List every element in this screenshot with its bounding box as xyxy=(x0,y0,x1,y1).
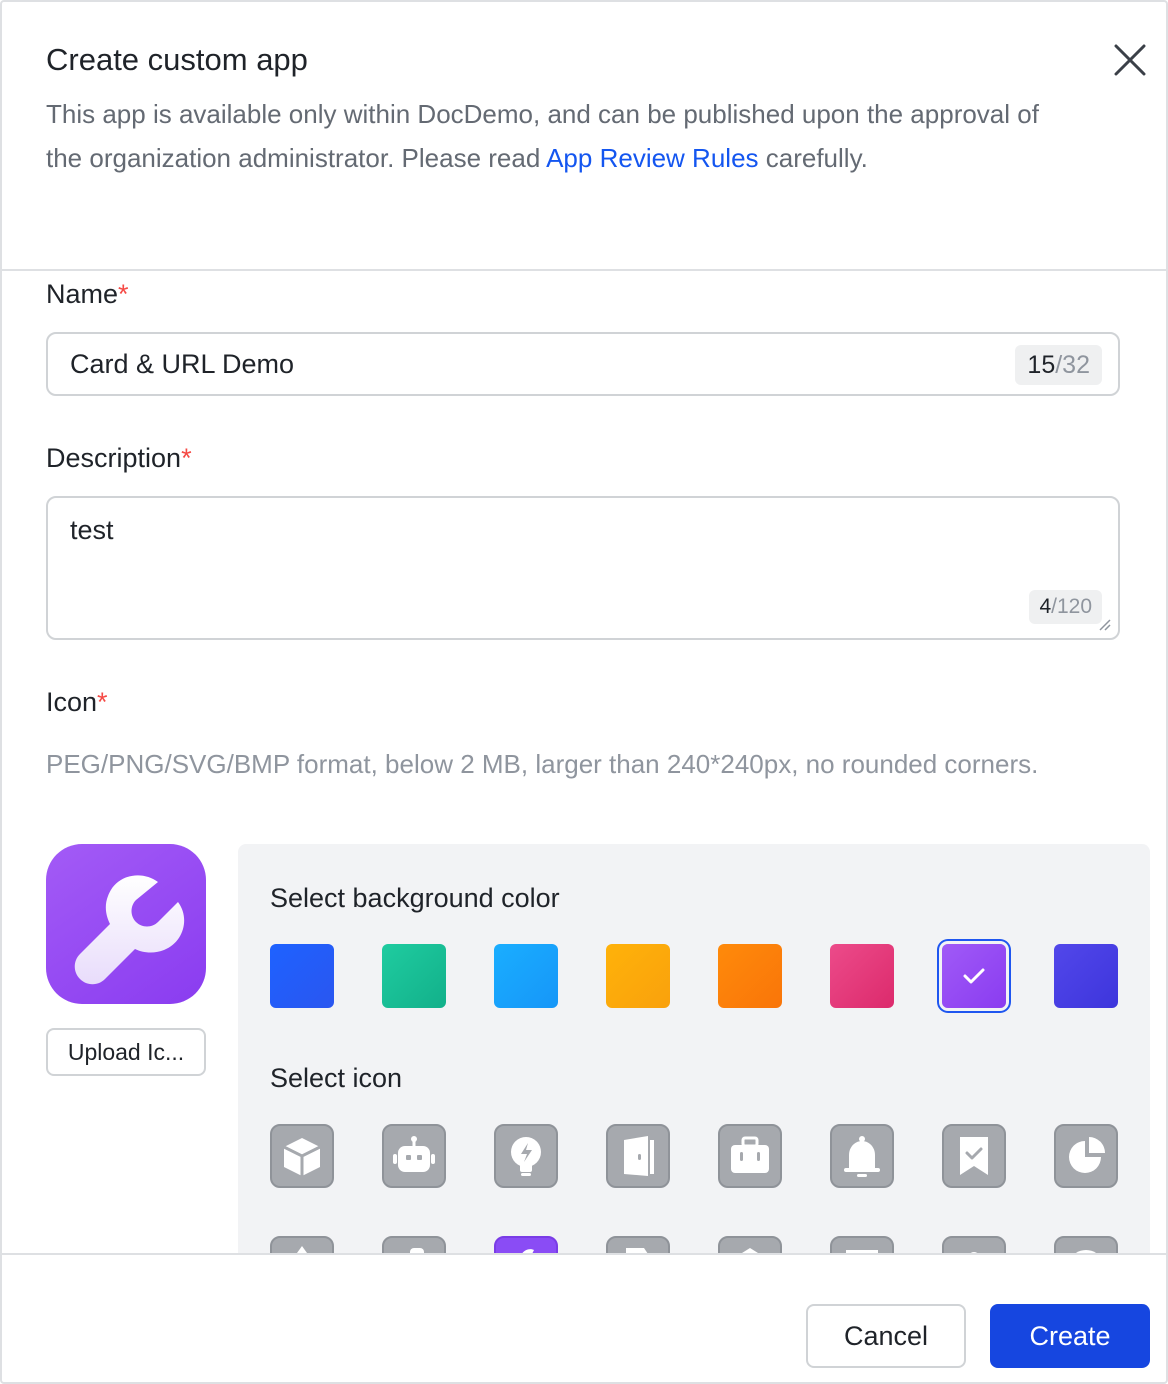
close-button[interactable] xyxy=(1106,36,1154,84)
create-button[interactable]: Create xyxy=(990,1304,1150,1368)
resize-handle-icon[interactable] xyxy=(1096,616,1112,632)
color-swatch-yellow[interactable] xyxy=(606,944,670,1008)
robot-icon xyxy=(393,1136,435,1172)
door-icon xyxy=(624,1136,654,1176)
icon-option-bell[interactable] xyxy=(830,1124,894,1188)
icon-format-hint: PEG/PNG/SVG/BMP format, below 2 MB, larg… xyxy=(46,749,1039,779)
pie-chart-icon xyxy=(1069,1137,1105,1173)
name-label-text: Name xyxy=(46,279,119,309)
bell-icon xyxy=(844,1136,880,1177)
wrench-icon xyxy=(74,875,185,985)
create-app-dialog: Create custom app This app is available … xyxy=(0,0,1168,1384)
color-swatch-purple[interactable] xyxy=(942,944,1006,1008)
name-char-count: 15 xyxy=(1027,351,1056,379)
description-char-counter: 4/120 xyxy=(1029,590,1102,624)
icon-option-wrench[interactable] xyxy=(494,1236,558,1253)
background-color-title: Select background color xyxy=(270,883,560,913)
color-swatch-orange[interactable] xyxy=(718,944,782,1008)
globe-icon xyxy=(1076,1250,1096,1253)
select-icon-title: Select icon xyxy=(270,1063,403,1093)
color-swatch-sky[interactable] xyxy=(494,944,558,1008)
name-input[interactable]: Card & URL Demo 15/32 xyxy=(46,332,1120,396)
name-char-max: /32 xyxy=(1055,351,1090,379)
subtitle-text: This app is available only within DocDem… xyxy=(46,99,1039,173)
dialog-title: Create custom app xyxy=(46,42,308,77)
app-review-rules-link[interactable]: App Review Rules xyxy=(546,143,758,173)
close-icon xyxy=(1114,44,1146,76)
cancel-button[interactable]: Cancel xyxy=(806,1304,966,1368)
required-mark: * xyxy=(181,443,192,473)
icon-option[interactable] xyxy=(942,1236,1006,1253)
name-label: Name* xyxy=(46,276,129,312)
house-icon xyxy=(742,1248,758,1253)
icon-picker-panel: Select background color Select icon xyxy=(238,844,1150,1253)
icon-option-door[interactable] xyxy=(606,1124,670,1188)
icon-option[interactable] xyxy=(830,1236,894,1253)
icon-option[interactable] xyxy=(1054,1236,1118,1253)
color-swatch-pink[interactable] xyxy=(830,944,894,1008)
checkmark-icon xyxy=(963,968,985,984)
icon-label-text: Icon xyxy=(46,687,98,717)
icon-option[interactable] xyxy=(718,1236,782,1253)
calendar-icon xyxy=(846,1250,878,1253)
description-value[interactable]: test xyxy=(70,512,114,548)
description-textarea[interactable]: test 4/120 xyxy=(46,496,1120,640)
dialog-footer: Cancel Create xyxy=(2,1255,1166,1382)
icon-label: Icon* xyxy=(46,684,108,720)
icon-preview xyxy=(46,844,206,1004)
description-char-max: /120 xyxy=(1051,595,1092,618)
icon-option[interactable] xyxy=(382,1236,446,1253)
description-label: Description* xyxy=(46,440,192,476)
lightbulb-icon xyxy=(511,1137,541,1176)
location-icon xyxy=(970,1252,978,1253)
color-swatch-indigo[interactable] xyxy=(1054,944,1118,1008)
dialog-header: Create custom app This app is available … xyxy=(2,2,1166,270)
upload-icon-button[interactable]: Upload Ic... xyxy=(46,1028,206,1076)
dialog-body[interactable]: Name* Card & URL Demo 15/32 Description*… xyxy=(2,271,1166,1253)
color-swatch-green[interactable] xyxy=(382,944,446,1008)
required-mark: * xyxy=(118,279,129,309)
shape-icon xyxy=(410,1248,424,1253)
cube-icon xyxy=(283,1138,321,1176)
briefcase-icon xyxy=(731,1136,769,1173)
color-swatch-blue[interactable] xyxy=(270,944,334,1008)
description-char-count: 4 xyxy=(1039,595,1052,618)
icon-option-lightbulb[interactable] xyxy=(494,1124,558,1188)
icon-option-cube[interactable] xyxy=(270,1124,334,1188)
icon-option-pie-chart[interactable] xyxy=(1054,1124,1118,1188)
icon-option-robot[interactable] xyxy=(382,1124,446,1188)
description-label-text: Description xyxy=(46,443,182,473)
dialog-subtitle: This app is available only within DocDem… xyxy=(46,92,1046,180)
subtitle-text-end: carefully. xyxy=(758,143,868,173)
name-char-counter: 15/32 xyxy=(1015,345,1102,385)
icon-option[interactable] xyxy=(270,1236,334,1253)
icon-option-briefcase[interactable] xyxy=(718,1124,782,1188)
icon-option[interactable] xyxy=(606,1236,670,1253)
document-icon xyxy=(626,1248,648,1253)
name-input-value[interactable]: Card & URL Demo xyxy=(70,346,294,382)
wrench-icon xyxy=(522,1249,534,1253)
required-mark: * xyxy=(97,687,108,717)
icon-option-bookmark[interactable] xyxy=(942,1124,1006,1188)
bookmark-check-icon xyxy=(960,1137,988,1175)
triangle-icon xyxy=(297,1246,307,1253)
